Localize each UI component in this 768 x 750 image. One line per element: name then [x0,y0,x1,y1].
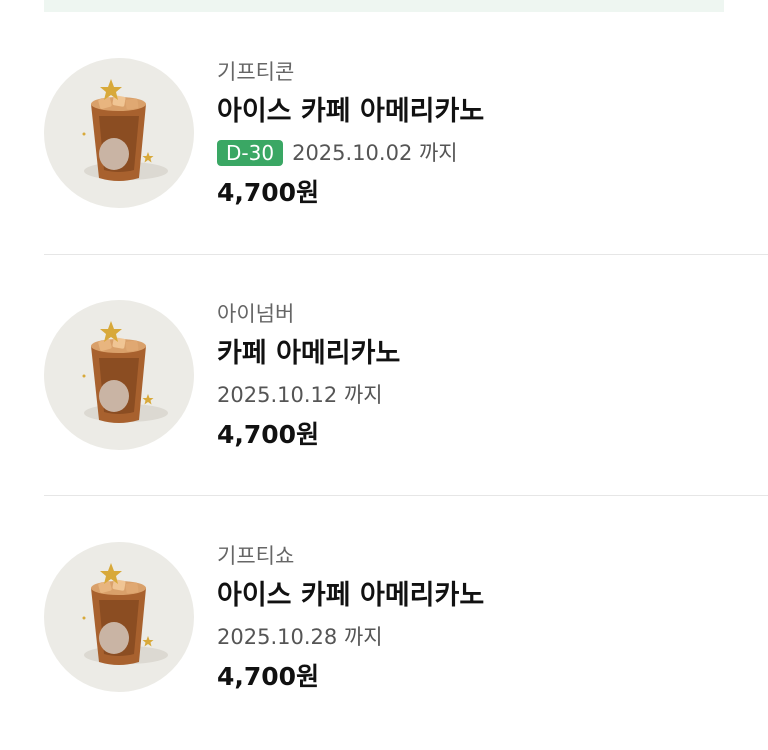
gift-title: 아이스 카페 아메리카노 [217,580,485,611]
gift-price: 4,700원 [217,662,320,691]
gift-title: 카페 아메리카노 [217,338,401,369]
dday-badge: D-30 [217,140,284,166]
gift-item[interactable]: 기프티쇼 아이스 카페 아메리카노 2025.10.28 까지 4,700원 [0,536,768,696]
item-divider [44,254,768,255]
expiry-row: 2025.10.28 까지 [217,623,383,651]
gift-item[interactable]: 기프티콘 아이스 카페 아메리카노 D-30 2025.10.02 까지 4,7… [0,52,768,212]
expiry-row: D-30 2025.10.02 까지 [217,139,458,167]
gift-price: 4,700원 [217,178,320,207]
gift-title: 아이스 카페 아메리카노 [217,96,485,127]
gift-list-page: 기프티콘 아이스 카페 아메리카노 D-30 2025.10.02 까지 4,7… [0,0,768,750]
iced-americano-cup-icon [44,542,194,692]
expiry-date: 2025.10.28 까지 [217,625,383,649]
gift-brand: 기프티쇼 [217,544,295,568]
expiry-date: 2025.10.12 까지 [217,383,383,407]
gift-item[interactable]: 아이넘버 카페 아메리카노 2025.10.12 까지 4,700원 [0,294,768,454]
expiry-date: 2025.10.02 까지 [292,141,458,165]
item-divider [44,495,768,496]
iced-americano-cup-icon [44,58,194,208]
iced-americano-cup-icon [44,300,194,450]
gift-price: 4,700원 [217,420,320,449]
gift-brand: 기프티콘 [217,60,295,84]
gift-brand: 아이넘버 [217,302,295,326]
top-banner-edge [44,0,724,12]
expiry-row: 2025.10.12 까지 [217,381,383,409]
